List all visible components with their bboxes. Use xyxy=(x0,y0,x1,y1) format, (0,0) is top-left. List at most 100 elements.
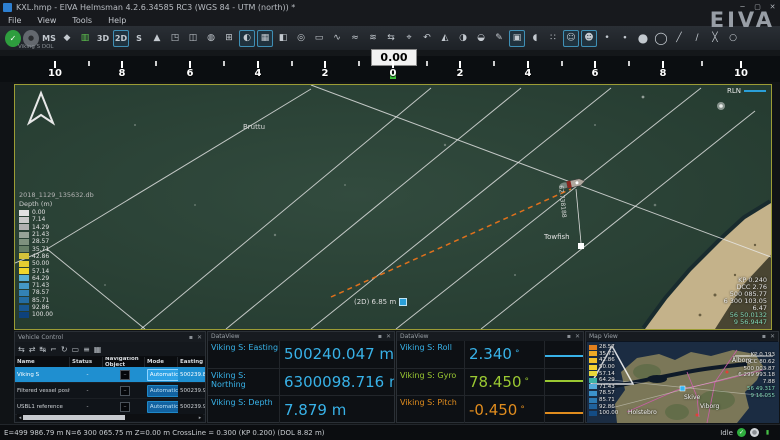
circle-tool-icon[interactable]: ○ xyxy=(725,30,741,47)
link-objects-icon[interactable]: ↹ xyxy=(39,345,46,354)
column-header-mode[interactable]: Mode xyxy=(145,357,178,367)
mode-cell: Automatic xyxy=(145,401,178,413)
pin-icon[interactable]: ▪ xyxy=(378,333,382,340)
column-header-status[interactable]: Status xyxy=(70,357,103,367)
horizontal-scrollbar[interactable]: ◂ ▸ xyxy=(17,414,203,421)
ruler-major-tick xyxy=(257,61,259,68)
point-small-icon[interactable]: • xyxy=(599,30,615,47)
overview-scale-row: 78.57 xyxy=(589,390,618,397)
guidance-tab-label[interactable]: Viking S DOL xyxy=(18,44,53,50)
geo-map-layer-icon[interactable]: ◐ xyxy=(239,30,255,47)
map-viewport[interactable]: RLN 2018_1129_135632.db Depth (m) 0.007.… xyxy=(14,84,772,330)
measure-tool-icon[interactable]: ▭ xyxy=(311,30,327,47)
depth-legend-row: 71.43 xyxy=(19,282,53,289)
profile-view-3-icon[interactable]: ≋ xyxy=(365,30,381,47)
circle-filled-icon[interactable]: ● xyxy=(635,30,651,47)
cursor-position-readout: E=499 986.79 m N=6 300 065.75 m Z=0.00 m… xyxy=(0,429,325,437)
grid-toggle-icon[interactable]: ⊞ xyxy=(221,30,237,47)
camera-icon[interactable]: ◎ xyxy=(293,30,309,47)
profile-view-1-icon[interactable]: ∿ xyxy=(329,30,345,47)
gnss-satellite-icon[interactable]: ◆ xyxy=(59,30,75,47)
smiley-marker-1-icon[interactable]: ☺ xyxy=(563,30,579,47)
depth-legend-value: 21.43 xyxy=(32,231,49,238)
column-header-name[interactable]: Name xyxy=(15,357,70,367)
vehicle-row[interactable]: Filtered vessel position-–Automatic50023… xyxy=(15,383,205,399)
vehicle-table-header[interactable]: NameStatusNavigation ObjectModeEasting ▲ xyxy=(15,357,205,367)
globe-view-icon[interactable]: ◍ xyxy=(203,30,219,47)
view-3d-icon[interactable]: 3D xyxy=(95,30,111,47)
ruler-label: 8 xyxy=(119,68,126,79)
vehicle-control-titlebar[interactable]: Vehicle Control ▪ ✕ xyxy=(15,332,205,342)
edit-tool-icon[interactable]: ✎ xyxy=(491,30,507,47)
scroll-right-icon[interactable]: ▸ xyxy=(197,415,203,421)
scene-objects-icon[interactable]: ◫ xyxy=(185,30,201,47)
data-recording-icon[interactable]: ▥ xyxy=(77,30,93,47)
profile-view-2-icon[interactable]: ≈ xyxy=(347,30,363,47)
mode-button[interactable]: Automatic xyxy=(147,401,178,413)
grid-view-icon[interactable]: ▦ xyxy=(94,345,102,354)
column-header-easting[interactable]: Easting ▲ xyxy=(178,357,205,367)
runline-legend: RLN xyxy=(727,87,766,95)
layer-manager-icon[interactable]: ▣ xyxy=(509,30,525,47)
menu-view[interactable]: View xyxy=(29,16,64,25)
add-vehicle-icon[interactable]: ⇆ xyxy=(18,345,25,354)
scrollbar-thumb[interactable] xyxy=(23,415,125,420)
pan-tool-icon[interactable]: ⇆ xyxy=(383,30,399,47)
title-bar[interactable]: KXL.hmp - EIVA Helmsman 4.2.6.34585 RC3 … xyxy=(0,0,780,14)
close-icon[interactable]: ✕ xyxy=(770,333,775,340)
menu-file[interactable]: File xyxy=(0,16,29,25)
view-2d-icon[interactable]: 2D xyxy=(113,30,129,47)
pin-icon[interactable]: ▪ xyxy=(567,333,571,340)
vehicle-row[interactable]: Viking S-–Automatic500239.85 xyxy=(15,367,205,383)
view-split-icon[interactable]: S xyxy=(131,30,147,47)
depth-legend-row: 100.00 xyxy=(19,311,53,318)
mode-button[interactable]: Automatic xyxy=(147,385,178,397)
pointer-tool-icon[interactable]: ▲ xyxy=(149,30,165,47)
column-header-navigation-object[interactable]: Navigation Object xyxy=(103,357,145,367)
video-window-icon[interactable]: ◧ xyxy=(275,30,291,47)
line-draw-2-icon[interactable]: ∕ xyxy=(689,30,705,47)
undo-icon[interactable]: ↶ xyxy=(419,30,435,47)
offsets-icon[interactable]: ⌐ xyxy=(50,345,57,354)
close-icon[interactable]: ✕ xyxy=(197,334,202,341)
smiley-marker-2-icon[interactable]: ☻ xyxy=(581,30,597,47)
nav-object-checkbox[interactable]: – xyxy=(120,402,130,412)
vehicle-control-title: Vehicle Control xyxy=(18,334,63,341)
mode-button[interactable]: Automatic xyxy=(147,369,178,381)
menu-tools[interactable]: Tools xyxy=(64,16,100,25)
dataview-position-titlebar[interactable]: DataView ▪ ✕ xyxy=(208,332,394,341)
dataview-attitude-titlebar[interactable]: DataView ▪ ✕ xyxy=(397,332,583,341)
locate-tool-icon[interactable]: ⌖ xyxy=(401,30,417,47)
menu-help[interactable]: Help xyxy=(100,16,134,25)
system-ok-icon: ✓ xyxy=(737,428,746,437)
select-brush-icon[interactable]: ◖ xyxy=(527,30,543,47)
towfish-marker[interactable] xyxy=(578,243,584,249)
circle-soft-icon[interactable]: ◯ xyxy=(653,30,669,47)
export-view-icon[interactable]: ◳ xyxy=(167,30,183,47)
map-view-titlebar[interactable]: Map View ▪ ✕ xyxy=(586,332,778,341)
scatter-tool-icon[interactable]: ∷ xyxy=(545,30,561,47)
refresh-icon[interactable]: ↻ xyxy=(61,345,68,354)
nav-object-checkbox[interactable]: – xyxy=(120,370,130,380)
terrain-tool-icon[interactable]: ◭ xyxy=(437,30,453,47)
swap-vehicle-icon[interactable]: ⇄ xyxy=(29,345,36,354)
vehicle-row[interactable]: USBL1 reference-–Automatic500239.95 xyxy=(15,399,205,415)
depth-legend-row: 85.71 xyxy=(19,297,53,304)
seabed-layer-icon[interactable]: ▦ xyxy=(257,30,273,47)
nav-object-checkbox[interactable]: – xyxy=(120,386,130,396)
list-view-icon[interactable]: ≡ xyxy=(83,345,90,354)
point-tiny-icon[interactable]: ∙ xyxy=(617,30,633,47)
dataview-sparkline xyxy=(544,369,583,396)
close-icon[interactable]: ✕ xyxy=(575,333,580,340)
palette-tool-icon[interactable]: ◒ xyxy=(473,30,489,47)
pin-icon[interactable]: ▪ xyxy=(189,334,193,341)
line-draw-1-icon[interactable]: ╱ xyxy=(671,30,687,47)
properties-icon[interactable]: ▭ xyxy=(72,345,80,354)
dataview-unit: ° xyxy=(525,377,530,387)
pin-icon[interactable]: ▪ xyxy=(762,333,766,340)
close-icon[interactable]: ✕ xyxy=(386,333,391,340)
shade-tool-icon[interactable]: ◑ xyxy=(455,30,471,47)
ruler-mid-tick xyxy=(628,61,630,66)
eiva-helmsman-window: { "window":{"title":"KXL.hmp - EIVA Helm… xyxy=(0,0,780,439)
line-draw-3-icon[interactable]: ╳ xyxy=(707,30,723,47)
